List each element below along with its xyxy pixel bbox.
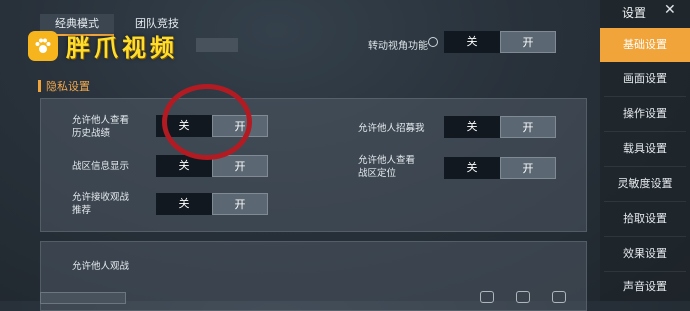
history-label: 允许他人查看 历史战绩 xyxy=(72,115,130,139)
spectate-label: 允许他人观战 xyxy=(72,261,130,272)
recruit-toggle[interactable]: 关 开 xyxy=(444,116,556,138)
sidebar-item-effects[interactable]: 效果设置 xyxy=(600,237,690,271)
watermark-text: 胖爪视频 xyxy=(66,34,178,62)
sidebar-item-basic[interactable]: 基础设置 xyxy=(600,28,690,62)
region-display-on-button[interactable]: 开 xyxy=(212,155,268,177)
region-location-toggle[interactable]: 关 开 xyxy=(444,157,556,179)
rotate-view-label: 转动视角功能 xyxy=(368,41,428,52)
spectate-recommend-on-button[interactable]: 开 xyxy=(212,193,268,215)
bottom-icon-2[interactable] xyxy=(516,291,530,303)
recruit-on-button[interactable]: 开 xyxy=(500,116,556,138)
region-display-label: 战区信息显示 xyxy=(72,161,130,172)
close-icon[interactable]: ✕ xyxy=(664,2,676,18)
sidebar-item-vehicle[interactable]: 载具设置 xyxy=(600,132,690,166)
settings-title: 设置 xyxy=(622,6,647,20)
spectate-recommend-off-button[interactable]: 关 xyxy=(156,193,212,215)
recruit-off-button[interactable]: 关 xyxy=(444,116,500,138)
info-icon[interactable] xyxy=(428,37,438,47)
partial-setting-button[interactable] xyxy=(196,38,238,52)
recruit-label: 允许他人招募我 xyxy=(358,123,425,134)
region-location-on-button[interactable]: 开 xyxy=(500,157,556,179)
region-location-off-button[interactable]: 关 xyxy=(444,157,500,179)
rotate-view-off[interactable]: 关 xyxy=(444,31,500,53)
sidebar-item-sound[interactable]: 声音设置 xyxy=(600,272,690,301)
sidebar-item-sensitivity[interactable]: 灵敏度设置 xyxy=(600,167,690,201)
spectate-recommend-label: 允许接收观战 推荐 xyxy=(72,192,130,216)
bottom-icon-1[interactable] xyxy=(480,291,494,303)
paw-icon xyxy=(28,30,58,61)
sidebar-item-pickup[interactable]: 拾取设置 xyxy=(600,202,690,236)
privacy-section-title: 隐私设置 xyxy=(46,80,90,93)
rotate-view-toggle[interactable]: 关 开 xyxy=(444,31,556,53)
privacy-section-header: 隐私设置 xyxy=(38,78,90,94)
section-accent-bar xyxy=(38,80,41,92)
watermark-logo: 胖爪视频 xyxy=(28,28,178,63)
rotate-view-on[interactable]: 开 xyxy=(500,31,556,53)
bottom-icon-3[interactable] xyxy=(552,291,566,303)
bottom-partial-button[interactable] xyxy=(40,292,126,304)
sidebar-item-graphics[interactable]: 画面设置 xyxy=(600,62,690,96)
region-location-label: 允许他人查看 战区定位 xyxy=(358,155,416,179)
spectate-recommend-toggle[interactable]: 关 开 xyxy=(156,193,268,215)
sidebar-item-controls[interactable]: 操作设置 xyxy=(600,97,690,131)
highlight-circle xyxy=(162,84,252,160)
